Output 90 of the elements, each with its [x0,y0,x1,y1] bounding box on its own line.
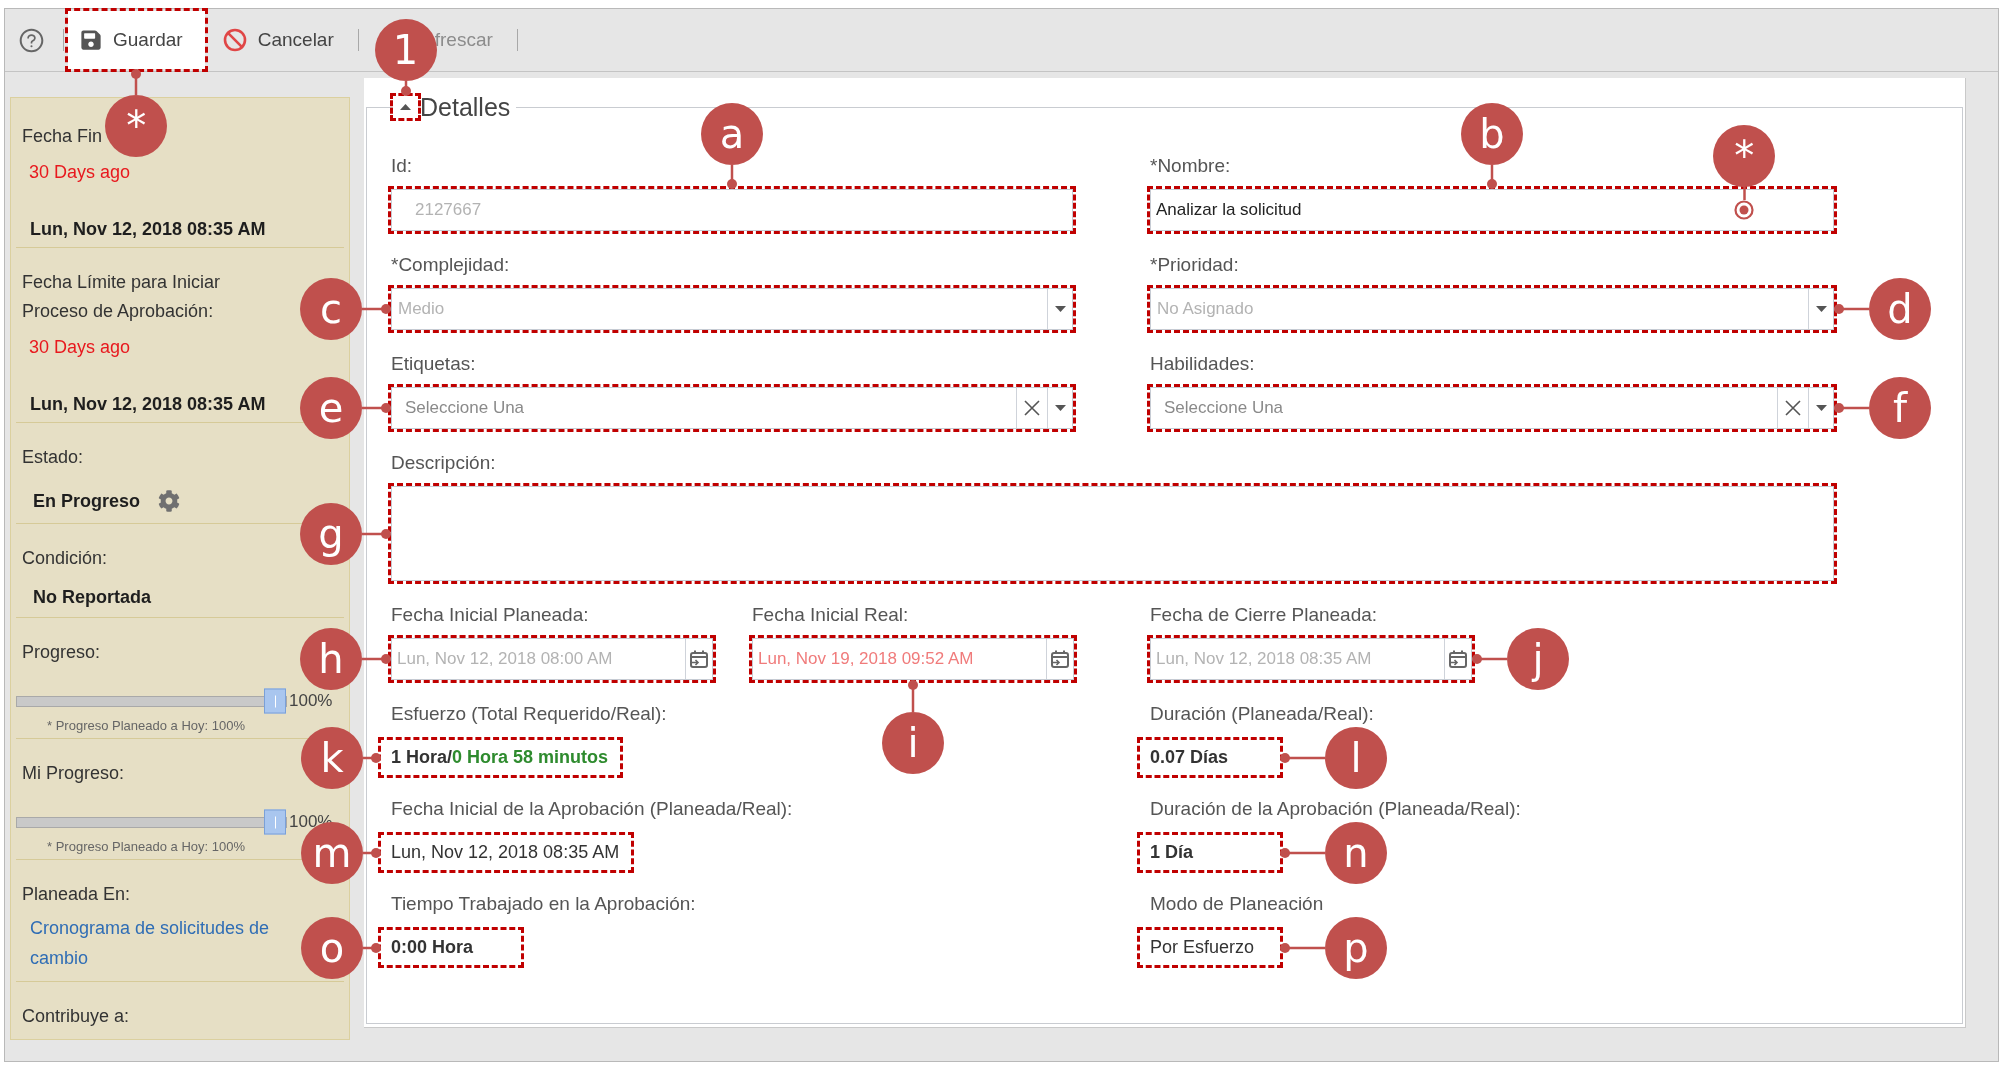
leader-line [1834,304,1869,314]
leader-line [362,304,391,314]
schedule-link[interactable]: Cronograma de solicitudes de cambio [30,913,285,973]
prohibited-icon [222,28,247,52]
effort-value: 1 Hora/ [391,747,453,768]
leader-line [131,69,142,95]
summary-label: Fecha Fin [22,125,103,148]
readout-value: 0.07 Días [1150,747,1229,768]
leader-line [362,403,391,413]
calendar-icon [1051,650,1069,668]
close-icon [1024,400,1040,416]
date-text: Lun, Nov 12, 2018 08:35 AM [30,393,266,416]
annotation-callout: * [1713,125,1776,187]
annotation-callout: i [882,712,944,774]
field-label: Duración de la Aprobación (Planeada/Real): [1150,797,1521,821]
field-label: Modo de Planeación [1150,892,1324,916]
target-icon [1734,200,1755,220]
summary-label: Fecha Límite para Iniciar Proceso de Aprobación: [22,271,222,323]
annotation-callout: b [1461,103,1523,165]
field-label: Fecha de Cierre Planeada: [1150,603,1378,627]
caret-icon [1054,306,1066,312]
leader-line [362,528,391,539]
readout-value: Lun, Nov 12, 2018 08:35 AM [391,842,620,863]
date-text: Lun, Nov 12, 2018 08:35 AM [30,218,266,241]
readout-value: 0:00 Hora [391,937,474,958]
slider-thumb[interactable] [264,809,286,835]
gear-icon[interactable] [158,490,181,512]
summary-label: Contribuye a: [22,1005,130,1028]
readout-value: 1 Día [1150,842,1194,863]
calendar-icon [1449,650,1467,668]
close-icon [1785,400,1801,416]
leader-line [1472,654,1507,664]
overdue-text: 30 Days ago [29,161,131,184]
multi-select-field[interactable]: Seleccione Una [1150,387,1834,429]
annotation-callout: p [1325,916,1387,979]
summary-label: Progreso: [22,641,101,664]
calendar-icon [690,650,708,668]
leader-line [908,680,918,712]
toolbar-button[interactable]: Cancelar [210,11,344,69]
summary-label: Mi Progreso: [22,762,125,785]
summary-label: Condición: [22,547,108,570]
field-label: Fecha Inicial Planeada: [391,603,589,627]
progress-note: * Progreso Planeado a Hoy: 100% [47,838,245,856]
overdue-text: 30 Days ago [29,336,131,359]
annotation-callout: f [1869,377,1931,439]
slider-thumb[interactable] [264,688,286,714]
annotation-callout: a [701,103,763,165]
annotation-callout: n [1325,821,1387,884]
save-icon [80,29,102,51]
field-label: Fecha Inicial de la Aprobación (Planeada/Real): [391,797,793,821]
leader-line [363,942,381,953]
annotation-callout: l [1325,726,1387,789]
field-label: Habilidades: [1150,352,1255,376]
caret-icon [1815,306,1827,312]
leader-line [1280,847,1325,858]
status-text: En Progreso [33,489,141,513]
annotation-callout: j [1507,628,1569,690]
field-label: Id: [391,154,413,178]
caret-icon [1054,405,1066,411]
leader-line [727,165,737,189]
field-label: *Complejidad: [391,253,510,277]
field-label: *Prioridad: [1150,253,1239,277]
leader-line [1280,752,1325,763]
leader-line [1742,187,1746,200]
summary-label: Estado: [22,446,84,469]
field-label: Descripción: [391,451,496,475]
field-label: Fecha Inicial Real: [752,603,909,627]
effort-value: 0 Hora 58 minutos [452,747,609,768]
progress-reading: 100% [289,691,333,711]
section-title: Detalles [419,92,512,122]
field-label: Etiquetas: [391,352,476,376]
progress-note: * Progreso Planeado a Hoy: 100% [47,717,245,735]
help-icon[interactable] [18,26,45,54]
multi-select-field[interactable]: Seleccione Una [391,387,1073,429]
toolbar-button[interactable]: Guardar [68,11,205,69]
caret-icon [1815,405,1827,411]
leader-line [1280,942,1325,953]
leader-line [363,752,381,763]
field-label: Esfuerzo (Total Requerido/Real): [391,702,667,726]
readout-value: Por Esfuerzo [1150,937,1255,958]
field-label: Tiempo Trabajado en la Aprobación: [391,892,696,916]
leader-line [1487,165,1497,189]
field-label: *Nombre: [1150,154,1231,178]
leader-line [400,81,411,96]
summary-label: Planeada En: [22,883,131,906]
leader-line [1834,403,1869,413]
leader-line [362,654,391,664]
annotation-callout: d [1869,278,1931,340]
value-text: No Reportada [33,586,151,609]
field-label: Duración (Planeada/Real): [1150,702,1374,726]
